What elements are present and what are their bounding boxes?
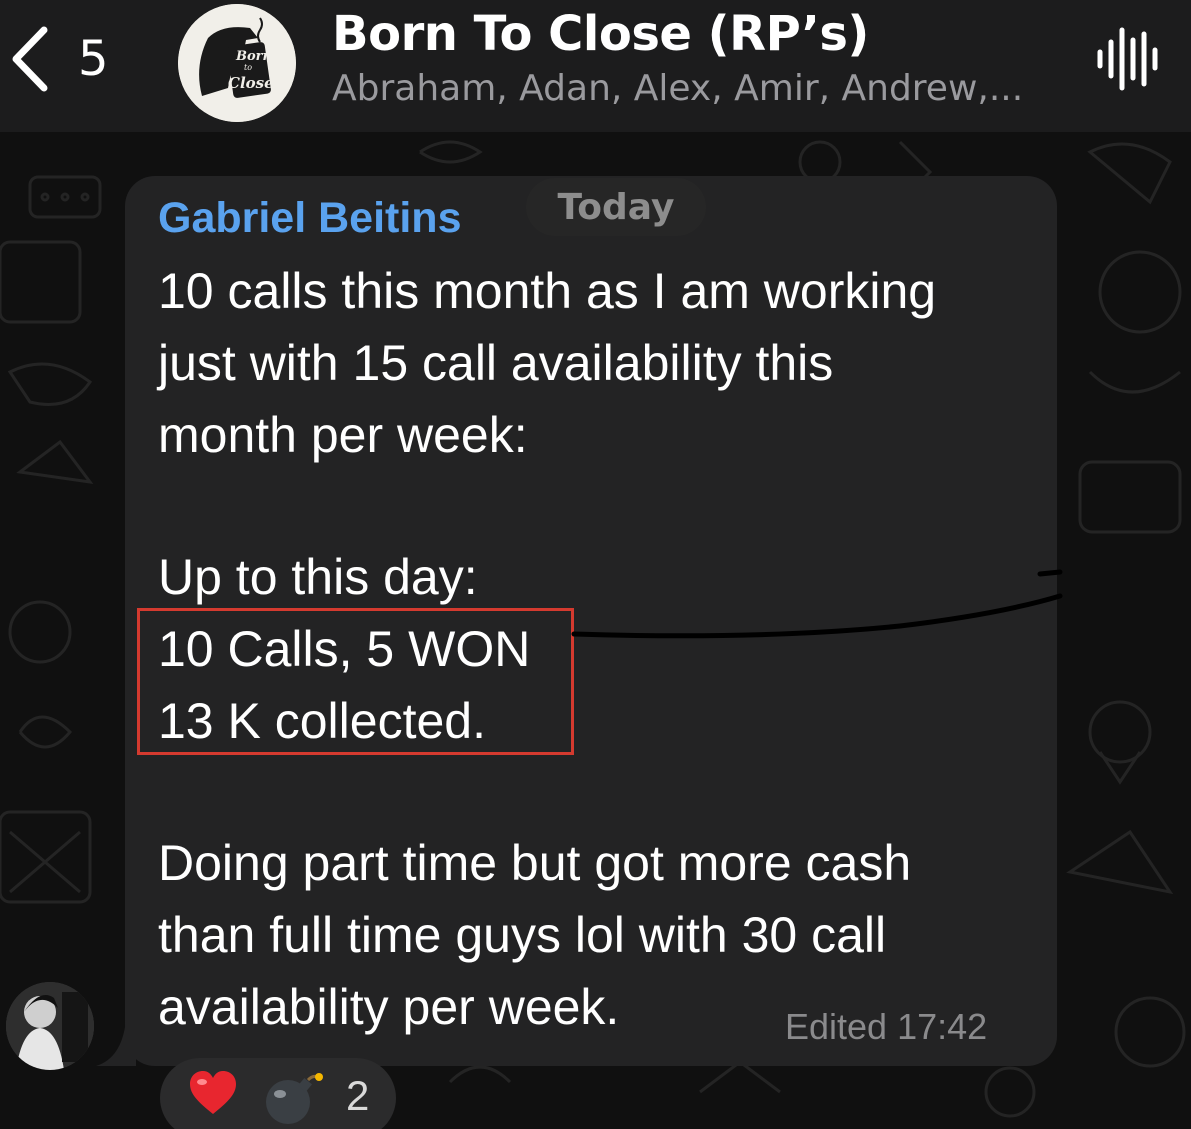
chat-header: 5 Born to Close Born To Close (RP’s) Abr… (0, 0, 1191, 132)
message-line: Up to this day: (158, 549, 478, 605)
message-line: 10 calls this month as I am working (158, 263, 937, 319)
heart-emoji-icon[interactable] (188, 1070, 238, 1124)
message-time: 17:42 (897, 1006, 988, 1047)
voice-chat-icon[interactable] (1094, 24, 1160, 94)
message-line: just with 15 call availability this (158, 335, 834, 391)
date-separator: Today (526, 178, 706, 236)
message-line: month per week: (158, 407, 528, 463)
back-button[interactable]: 5 (8, 24, 128, 94)
chat-screen: 5 Born to Close Born To Close (RP’s) Abr… (0, 0, 1191, 1129)
svg-text:Born: Born (235, 49, 272, 64)
message-line: Doing part time but got more cash (158, 835, 912, 891)
highlight-box (137, 608, 574, 755)
sender-name[interactable]: Gabriel Beitins (158, 194, 461, 243)
group-avatar[interactable]: Born to Close (178, 4, 296, 122)
message-meta: Edited 17:42 (785, 1006, 987, 1048)
edited-label: Edited (785, 1006, 888, 1047)
bomb-emoji-icon[interactable] (262, 1072, 324, 1129)
svg-text:to: to (244, 63, 252, 72)
chevron-left-icon (12, 26, 48, 92)
group-members[interactable]: Abraham, Adan, Alex, Amir, Andrew,... (332, 68, 1023, 109)
reaction-count: 2 (346, 1072, 370, 1119)
sender-avatar[interactable] (6, 982, 94, 1070)
svg-text:Close: Close (228, 74, 274, 92)
message-line: than full time guys lol with 30 call (158, 907, 887, 963)
born-to-close-logo: Born to Close (178, 4, 296, 122)
message-line: availability per week. (158, 979, 620, 1035)
unread-count: 5 (78, 31, 109, 87)
group-title[interactable]: Born To Close (RP’s) (332, 6, 869, 62)
reactions-pill[interactable]: 2 (160, 1058, 396, 1129)
bubble-tail (96, 1020, 136, 1066)
sender-photo (6, 982, 94, 1070)
